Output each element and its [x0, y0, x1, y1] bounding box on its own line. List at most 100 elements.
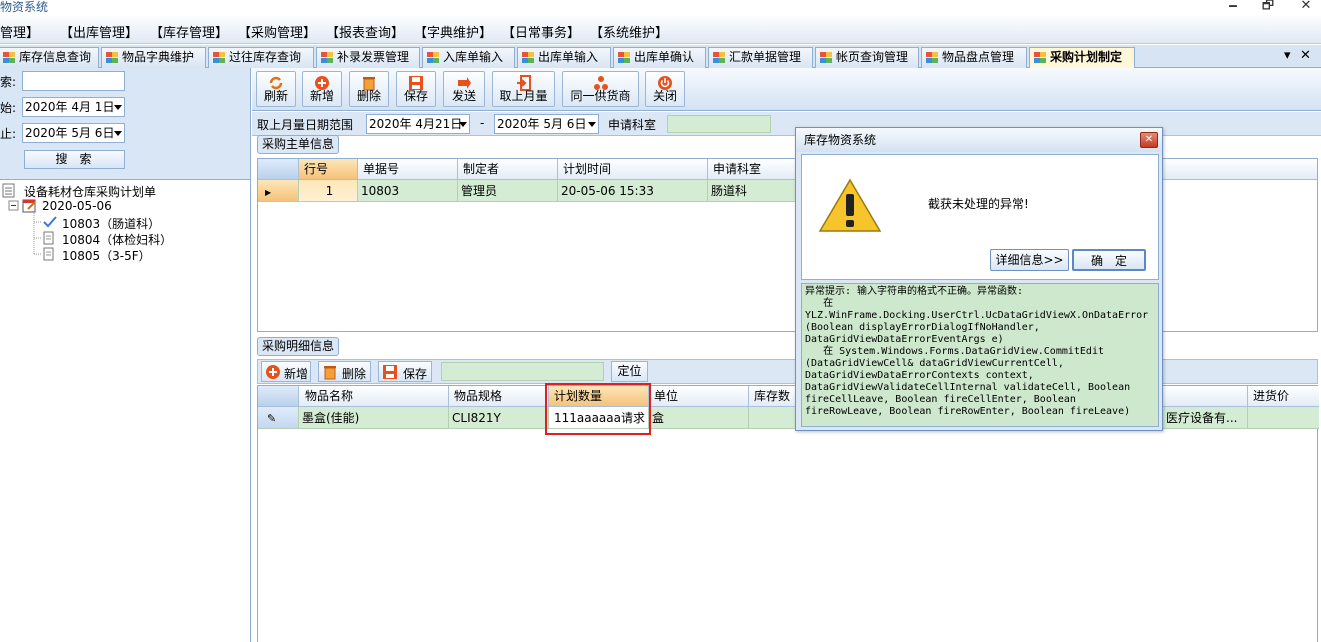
- locate-button[interactable]: 定位: [611, 361, 648, 382]
- col-item-name[interactable]: 物品名称: [299, 386, 449, 407]
- tab-outbound-confirm[interactable]: 出库单确认: [613, 47, 706, 68]
- col-stock[interactable]: 库存数: [749, 386, 799, 407]
- tab-app-icon: [3, 52, 15, 63]
- col-doc-no[interactable]: 单据号: [358, 159, 458, 180]
- col-item-spec[interactable]: 物品规格: [449, 386, 549, 407]
- dialog-close-icon[interactable]: ✕: [1140, 132, 1158, 148]
- window-title: 物资系统: [0, 0, 49, 14]
- tab-app-icon: [1034, 52, 1046, 63]
- tab-purchase-plan[interactable]: 采购计划制定: [1029, 47, 1135, 69]
- tree-item-10804[interactable]: 10804（体检妇科）: [62, 231, 172, 248]
- delete-button[interactable]: 删除: [349, 71, 389, 107]
- same-supplier-button[interactable]: 同一供货商: [562, 71, 639, 107]
- title-bar: 物资系统 🗕 🗗 ✕: [0, 0, 1321, 14]
- fetch-last-month-label: 取上月量: [499, 89, 548, 103]
- tab-label: 物品盘点管理: [942, 50, 1015, 64]
- row-selector[interactable]: ▶: [258, 180, 299, 202]
- chevron-down-icon: [588, 122, 596, 127]
- tab-app-icon: [106, 52, 118, 63]
- start-date-picker[interactable]: 2020年 4月 1日: [22, 97, 125, 117]
- tab-inbound-input[interactable]: 入库单输入: [422, 47, 515, 68]
- menu-item[interactable]: 【采购管理】: [238, 22, 316, 41]
- tab-list-dropdown-icon[interactable]: ▾: [1284, 48, 1291, 63]
- toolbar: 刷新 新增 删除 保存 发送 取上月量 同一供货商 关闭: [252, 68, 1321, 111]
- close-label: 关闭: [652, 89, 677, 103]
- row-selector[interactable]: ✎: [258, 407, 299, 429]
- tree-root[interactable]: 设备耗材仓库采购计划单: [24, 183, 156, 200]
- tab-label: 入库单输入: [443, 50, 504, 64]
- refresh-button[interactable]: 刷新: [256, 71, 296, 107]
- table-cell[interactable]: 10803: [358, 180, 458, 202]
- tree-item-10803[interactable]: 10803（肠道科）: [62, 215, 160, 232]
- tab-stocktake[interactable]: 物品盘点管理: [921, 47, 1027, 68]
- search-button[interactable]: 搜索: [24, 150, 125, 169]
- supplier-value: 医疗设备有...: [1166, 411, 1238, 425]
- menu-item[interactable]: 管理】: [0, 22, 39, 41]
- table-cell[interactable]: 盒: [649, 407, 749, 429]
- document-icon: [43, 231, 54, 245]
- menu-item[interactable]: 【报表查询】: [326, 22, 404, 41]
- tab-remittance[interactable]: 汇款单据管理: [708, 47, 813, 68]
- table-cell[interactable]: CLI821Y: [449, 407, 549, 429]
- close-icon[interactable]: ✕: [1296, 0, 1316, 14]
- current-row-icon: ▶: [265, 188, 272, 197]
- col-unit[interactable]: 单位: [649, 386, 749, 407]
- range-from-picker[interactable]: 2020年 4月21日: [366, 114, 470, 134]
- pencil-icon: ✎: [267, 412, 277, 425]
- table-cell[interactable]: [749, 407, 799, 429]
- col-plan-time[interactable]: 计划时间: [558, 159, 708, 180]
- close-button[interactable]: 关闭: [645, 71, 685, 107]
- end-date-picker[interactable]: 2020年 5月 6日: [22, 123, 125, 143]
- tab-strip: 库存信息查询 物品字典维护 过往库存查询 补录发票管理 入库单输入 出库单输入 …: [0, 45, 1321, 69]
- filter-panel: 索: 始: 2020年 4月 1日 止: 2020年 5月 6日 搜索: [0, 68, 250, 180]
- add-button[interactable]: 新增: [302, 71, 342, 107]
- menu-item[interactable]: 【系统维护】: [590, 22, 668, 41]
- col-price[interactable]: 进货价: [1248, 386, 1319, 407]
- col-row-no[interactable]: 行号: [299, 159, 358, 180]
- send-button[interactable]: 发送: [443, 71, 485, 107]
- menu-item[interactable]: 【日常事务】: [502, 22, 580, 41]
- table-cell[interactable]: 墨盒(佳能): [299, 407, 449, 429]
- fetch-last-month-button[interactable]: 取上月量: [492, 71, 555, 107]
- grid-corner: [258, 159, 299, 180]
- range-to-picker[interactable]: 2020年 5月 6日: [494, 114, 599, 134]
- start-date-label: 始:: [0, 101, 17, 115]
- tab-past-inventory[interactable]: 过往库存查询: [208, 47, 314, 68]
- tab-app-icon: [427, 52, 439, 63]
- col-maker[interactable]: 制定者: [458, 159, 558, 180]
- ok-button[interactable]: 确 定: [1072, 249, 1146, 271]
- detail-delete-button[interactable]: 删除: [318, 361, 371, 382]
- detail-save-button[interactable]: 保存: [378, 361, 432, 382]
- col-dept[interactable]: 申请科室: [708, 159, 798, 180]
- tab-ledger[interactable]: 帐页查询管理: [815, 47, 919, 68]
- restore-icon[interactable]: 🗗: [1258, 0, 1278, 14]
- warning-icon: [818, 178, 882, 232]
- save-button[interactable]: 保存: [396, 71, 436, 107]
- menu-item[interactable]: 【库存管理】: [150, 22, 228, 41]
- tab-label: 出库单确认: [634, 50, 695, 64]
- table-cell[interactable]: 1: [299, 180, 358, 202]
- tab-item-dictionary[interactable]: 物品字典维护: [101, 47, 206, 68]
- table-cell[interactable]: 管理员: [458, 180, 558, 202]
- tab-outbound-input[interactable]: 出库单输入: [517, 47, 611, 68]
- minimize-icon[interactable]: 🗕: [1223, 0, 1243, 14]
- table-cell[interactable]: 肠道科: [708, 180, 798, 202]
- menu-item[interactable]: 【出库管理】: [60, 22, 138, 41]
- detail-add-button[interactable]: 新增: [261, 361, 311, 382]
- range-to-value: 2020年 5月 6日: [497, 117, 587, 131]
- dept-input[interactable]: [667, 115, 771, 133]
- tab-close-icon[interactable]: ✕: [1300, 48, 1311, 63]
- search-input[interactable]: [22, 71, 125, 91]
- exception-detail[interactable]: 异常提示: 输入字符串的格式不正确。异常函数: 在 YLZ.WinFrame.D…: [801, 283, 1159, 427]
- tree-date-node[interactable]: 2020-05-06: [42, 199, 112, 213]
- table-cell[interactable]: [1248, 407, 1319, 429]
- table-cell[interactable]: 20-05-06 15:33: [558, 180, 708, 202]
- grid-corner: [258, 386, 299, 407]
- locate-input[interactable]: [441, 362, 604, 381]
- tab-app-icon: [926, 52, 938, 63]
- details-button[interactable]: 详细信息>>: [990, 249, 1069, 271]
- tab-invoice[interactable]: 补录发票管理: [316, 47, 420, 68]
- tab-inventory-query[interactable]: 库存信息查询: [0, 47, 99, 68]
- menu-item[interactable]: 【字典维护】: [414, 22, 492, 41]
- tree-item-10805[interactable]: 10805（3-5F）: [62, 247, 151, 264]
